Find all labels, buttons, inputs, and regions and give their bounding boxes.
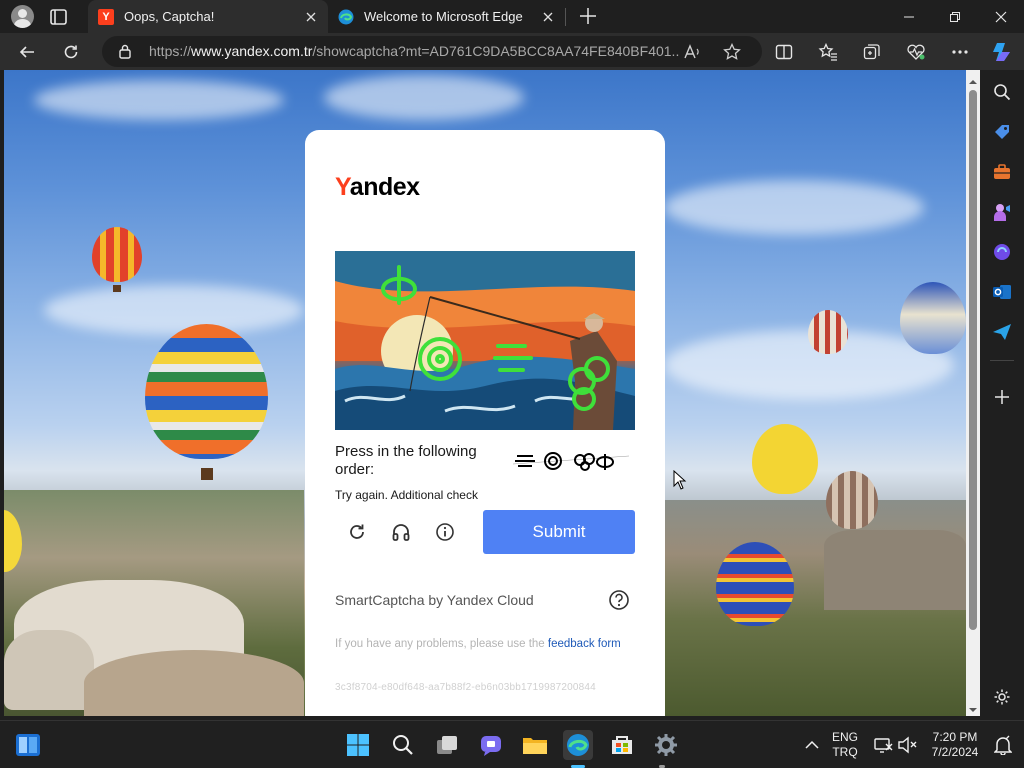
request-id: 3c3f8704-e80df648-aa7b88f2-eb6n03bb17199… bbox=[335, 682, 596, 693]
hot-air-balloon bbox=[900, 282, 966, 354]
audio-captcha-icon[interactable] bbox=[389, 520, 413, 544]
hot-air-balloon bbox=[826, 471, 878, 529]
browser-tab-bar: Y Oops, Captcha! Welcome to Microsoft Ed… bbox=[0, 0, 1024, 33]
close-window-button[interactable] bbox=[978, 0, 1024, 33]
hot-air-balloon bbox=[808, 310, 848, 354]
order-sequence-icons bbox=[512, 450, 630, 472]
file-explorer-icon[interactable] bbox=[520, 730, 550, 760]
volume-muted-icon[interactable] bbox=[892, 730, 922, 760]
problems-notice: If you have any problems, please use the… bbox=[335, 638, 621, 650]
widgets-icon[interactable] bbox=[13, 730, 43, 760]
new-tab-button[interactable] bbox=[577, 5, 599, 27]
rock-formation bbox=[824, 530, 966, 610]
address-bar[interactable]: https://www.yandex.com.tr/showcaptcha?mt… bbox=[102, 36, 762, 67]
clock[interactable]: 7:20 PM 7/2/2024 bbox=[922, 730, 988, 760]
more-options-icon[interactable] bbox=[947, 39, 973, 65]
windows-taskbar: ENG TRQ 7:20 PM 7/2/2024 bbox=[0, 720, 1024, 768]
balloon-basket bbox=[201, 468, 213, 480]
restore-button[interactable] bbox=[932, 0, 978, 33]
send-icon[interactable] bbox=[990, 320, 1014, 344]
shopping-tag-icon[interactable] bbox=[990, 120, 1014, 144]
mouse-cursor-icon bbox=[673, 469, 687, 490]
tab-actions-icon[interactable] bbox=[48, 7, 70, 27]
cloud-decoration bbox=[664, 180, 924, 235]
add-sidebar-icon[interactable] bbox=[990, 385, 1014, 409]
hot-air-balloon bbox=[752, 424, 818, 494]
minimize-button[interactable] bbox=[886, 0, 932, 33]
read-aloud-icon[interactable] bbox=[682, 42, 702, 62]
tab-welcome-edge[interactable]: Welcome to Microsoft Edge bbox=[328, 0, 565, 33]
cloud-decoration bbox=[44, 285, 304, 335]
rock-formation bbox=[4, 630, 94, 710]
submit-button[interactable]: Submit bbox=[483, 510, 635, 554]
teams-chat-icon[interactable] bbox=[476, 730, 506, 760]
scrollbar-thumb[interactable] bbox=[969, 90, 977, 630]
close-tab-icon[interactable] bbox=[303, 9, 319, 25]
show-hidden-icons-chevron-icon[interactable] bbox=[797, 730, 827, 760]
sidebar-settings-gear-icon[interactable] bbox=[990, 685, 1014, 709]
taskbar-edge-icon[interactable] bbox=[563, 730, 593, 760]
input-language-indicator[interactable]: ENG TRQ bbox=[826, 730, 864, 760]
split-screen-icon[interactable] bbox=[771, 39, 797, 65]
refresh-captcha-icon[interactable] bbox=[345, 520, 369, 544]
start-windows-icon[interactable] bbox=[343, 730, 373, 760]
browser-essentials-icon[interactable] bbox=[903, 39, 929, 65]
page-viewport: Yandex Press in the following order: Try… bbox=[4, 70, 966, 716]
favorites-icon[interactable] bbox=[815, 39, 841, 65]
microsoft-store-icon[interactable] bbox=[607, 730, 637, 760]
captcha-card: Yandex Press in the following order: Try… bbox=[305, 130, 665, 716]
hot-air-balloon bbox=[92, 227, 142, 282]
retry-message: Try again. Additional check bbox=[335, 488, 478, 502]
search-icon[interactable] bbox=[990, 80, 1014, 104]
tools-briefcase-icon[interactable] bbox=[990, 160, 1014, 184]
hot-air-balloon bbox=[145, 324, 268, 459]
refresh-button[interactable] bbox=[58, 39, 84, 65]
tab-title: Welcome to Microsoft Edge bbox=[364, 9, 523, 24]
copilot-sidebar-icon[interactable] bbox=[990, 240, 1014, 264]
cloud-decoration bbox=[324, 75, 524, 120]
close-tab-icon[interactable] bbox=[540, 9, 556, 25]
scroll-up-icon[interactable] bbox=[968, 74, 978, 84]
yandex-logo[interactable]: Yandex bbox=[335, 173, 420, 202]
balloon-basket bbox=[113, 285, 121, 292]
favorite-star-icon[interactable] bbox=[722, 42, 742, 62]
taskbar-search-icon[interactable] bbox=[388, 730, 418, 760]
feedback-form-link[interactable]: feedback form bbox=[548, 638, 621, 650]
outlook-icon[interactable] bbox=[990, 280, 1014, 304]
captcha-image[interactable] bbox=[335, 251, 635, 430]
tab-separator bbox=[565, 8, 566, 26]
games-icon[interactable] bbox=[990, 200, 1014, 224]
navigation-bar: https://www.yandex.com.tr/showcaptcha?mt… bbox=[0, 33, 1024, 70]
notifications-bell-icon[interactable] bbox=[988, 730, 1018, 760]
copilot-icon[interactable] bbox=[989, 39, 1015, 65]
road bbox=[84, 650, 304, 716]
yandex-favicon-icon: Y bbox=[98, 8, 114, 25]
info-icon[interactable] bbox=[433, 520, 457, 544]
lock-icon[interactable] bbox=[118, 44, 132, 59]
edge-sidebar bbox=[980, 70, 1024, 726]
back-button[interactable] bbox=[14, 39, 40, 65]
sidebar-divider bbox=[990, 360, 1014, 361]
task-view-icon[interactable] bbox=[432, 730, 462, 760]
tab-oops-captcha[interactable]: Y Oops, Captcha! bbox=[88, 0, 328, 33]
help-question-icon[interactable] bbox=[608, 589, 630, 611]
profile-avatar-icon[interactable] bbox=[11, 5, 34, 28]
tab-title: Oops, Captcha! bbox=[124, 9, 215, 24]
url-text[interactable]: https://www.yandex.com.tr/showcaptcha?mt… bbox=[149, 43, 679, 59]
hot-air-balloon bbox=[716, 542, 794, 626]
cloud-decoration bbox=[34, 80, 284, 120]
captcha-instruction: Press in the following order: bbox=[335, 443, 477, 478]
smartcaptcha-brand: SmartCaptcha by Yandex Cloud bbox=[335, 592, 534, 608]
settings-gear-icon[interactable] bbox=[651, 730, 681, 760]
page-scrollbar[interactable] bbox=[966, 70, 980, 716]
scroll-down-icon[interactable] bbox=[968, 702, 978, 712]
edge-favicon-icon bbox=[338, 9, 354, 25]
collections-icon[interactable] bbox=[859, 39, 885, 65]
